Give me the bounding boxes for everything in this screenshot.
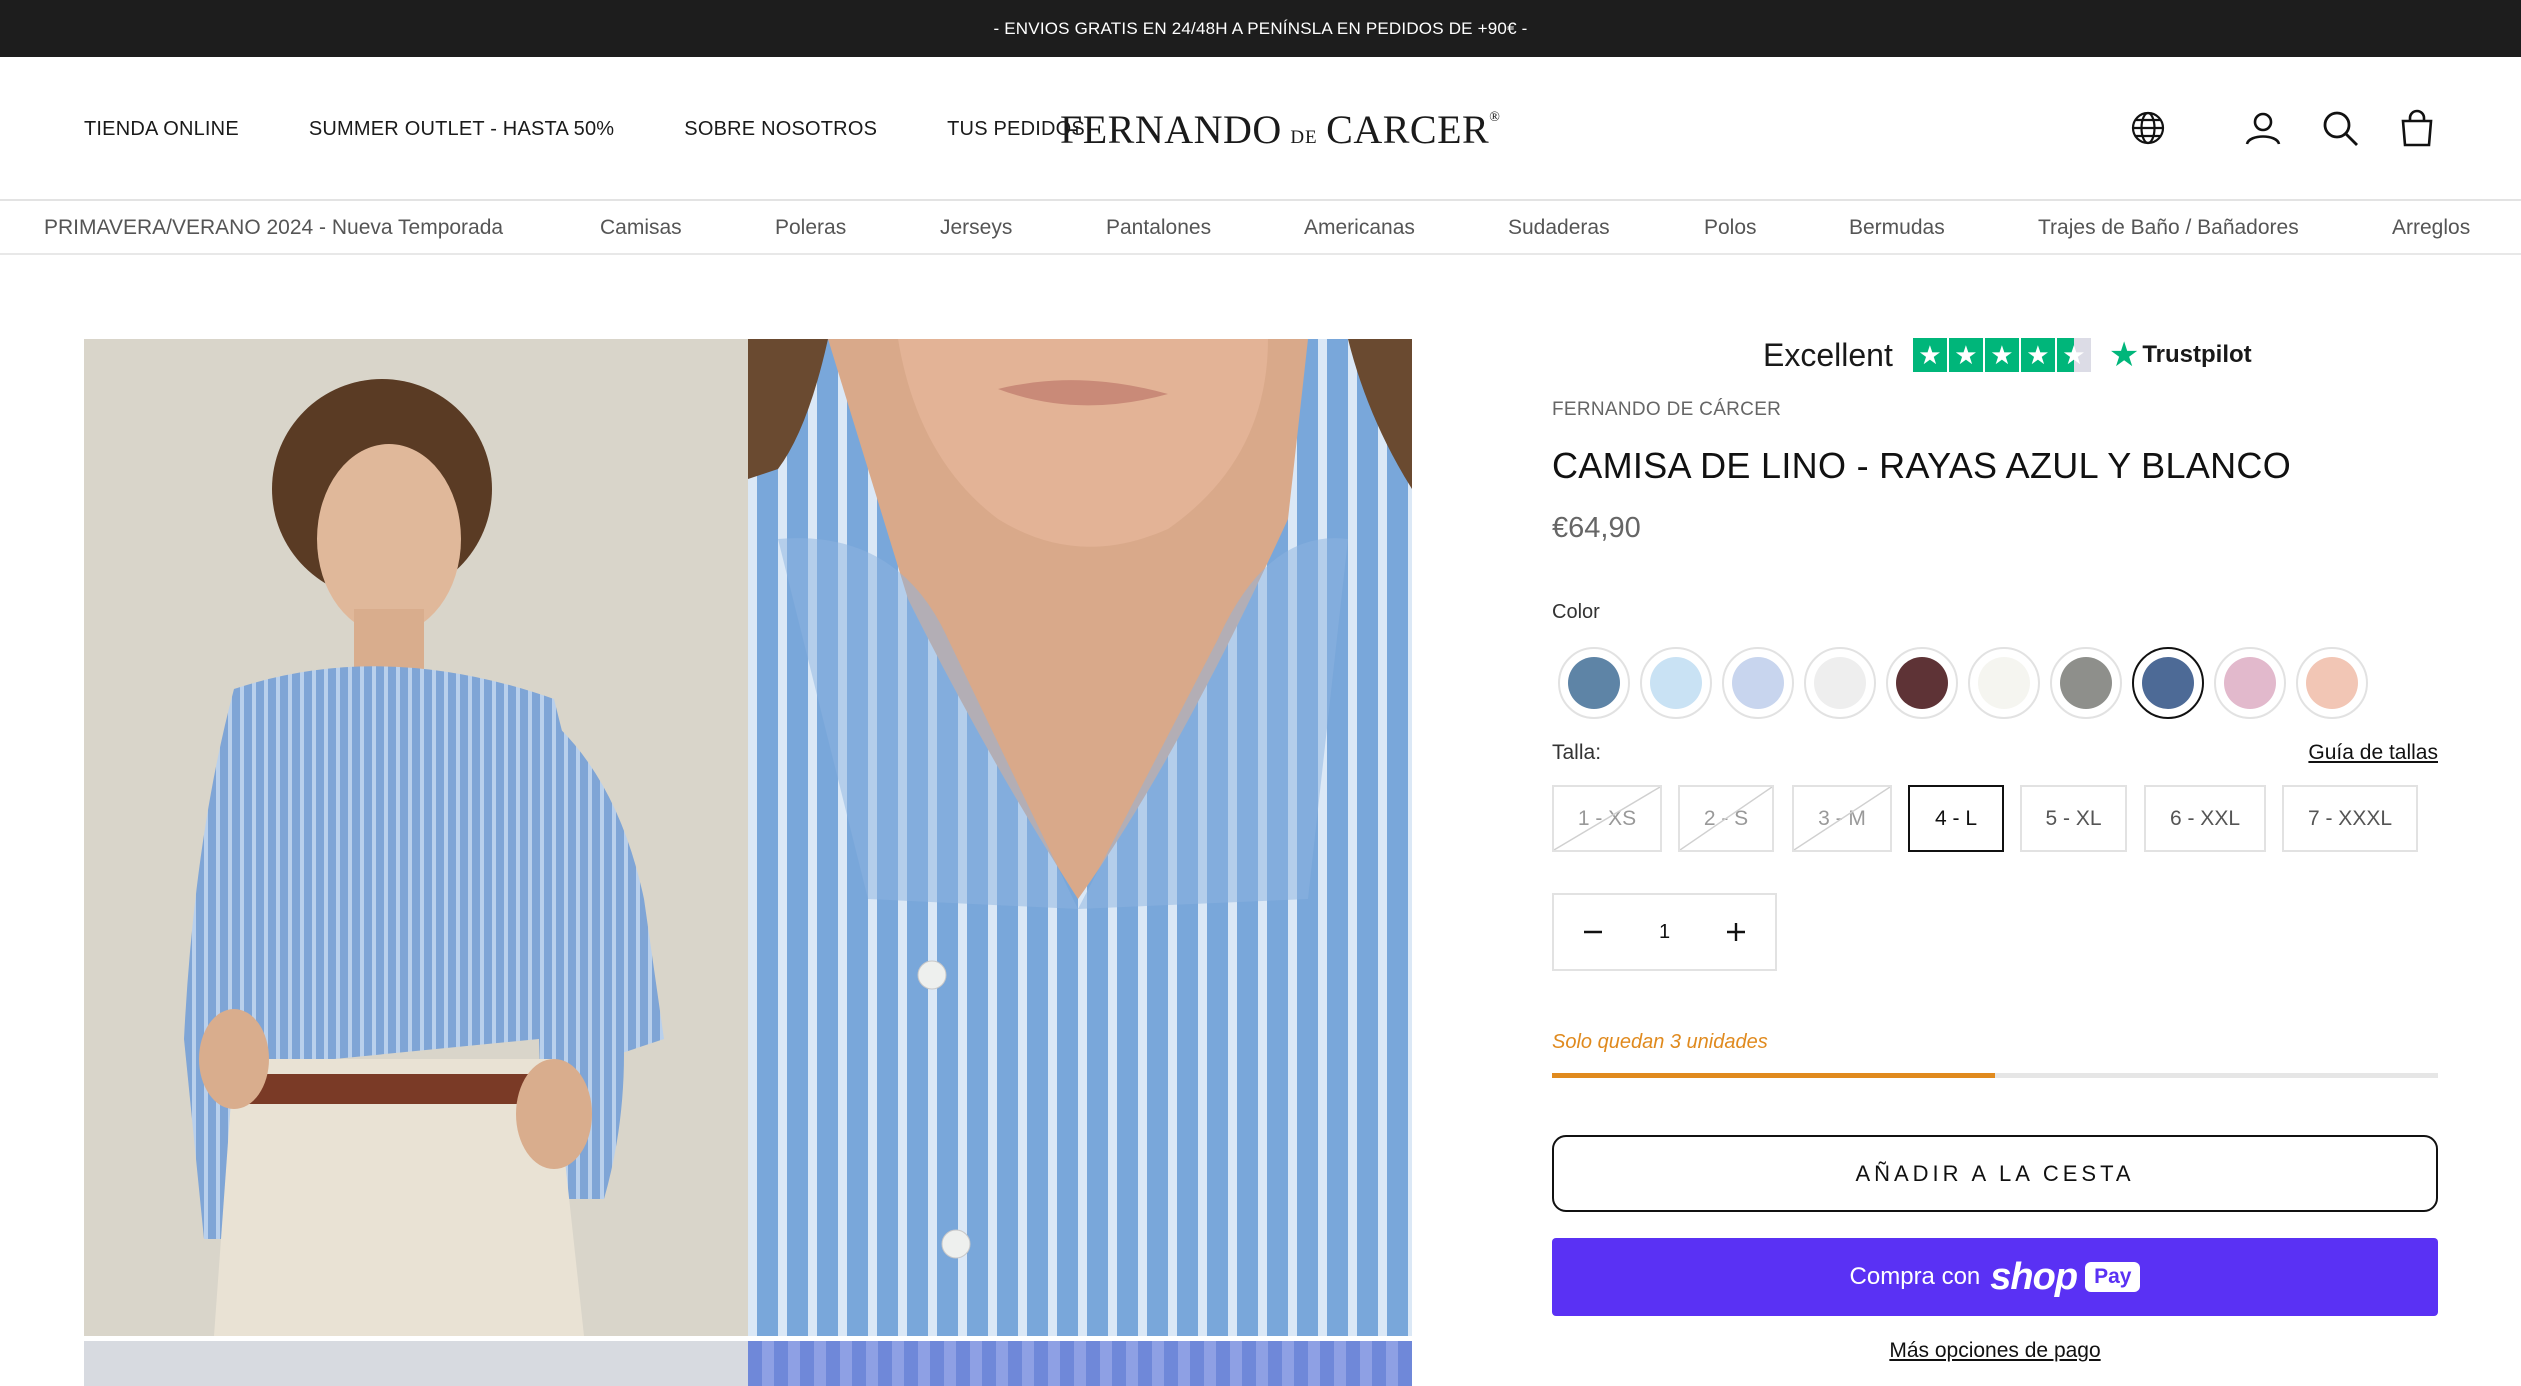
cart-bag-icon[interactable] <box>2397 108 2437 148</box>
star-icon: ★ <box>1984 338 2019 372</box>
account-icon[interactable] <box>2243 108 2283 148</box>
main-nav: TIENDA ONLINE SUMMER OUTLET - HASTA 50% … <box>84 57 1155 201</box>
category-item[interactable]: Poleras <box>775 216 846 240</box>
quantity-input[interactable]: 1 <box>1632 895 1697 969</box>
quantity-increase-button[interactable] <box>1697 895 1775 969</box>
category-item[interactable]: Arreglos <box>2392 216 2470 240</box>
star-icon: ★ <box>1948 338 1983 372</box>
size-option-s[interactable]: 2 - S <box>1678 785 1774 852</box>
brand-logo[interactable]: FERNANDO DE CARCER® <box>1060 106 1500 153</box>
size-option-xl[interactable]: 5 - XL <box>2020 785 2127 852</box>
size-option-xxxl[interactable]: 7 - XXXL <box>2282 785 2418 852</box>
trustpilot-rating-text: Excellent <box>1763 336 1893 373</box>
product-vendor[interactable]: FERNANDO DE CÁRCER <box>1552 399 1781 421</box>
color-swatch-fill <box>1896 657 1948 709</box>
color-swatch-fill <box>1568 657 1620 709</box>
star-icon: ★ <box>1912 338 1947 372</box>
category-item[interactable]: Sudaderas <box>1508 216 1610 240</box>
color-swatch[interactable] <box>2132 647 2204 719</box>
color-swatch[interactable] <box>1886 647 1958 719</box>
size-label: Talla: <box>1552 741 1602 764</box>
star-icon: ★ <box>2020 338 2055 372</box>
category-item[interactable]: Trajes de Baño / Bañadores <box>2038 216 2299 240</box>
color-swatch[interactable] <box>1558 647 1630 719</box>
nav-tienda-online[interactable]: TIENDA ONLINE <box>84 118 239 141</box>
stock-message: Solo quedan 3 unidades <box>1552 1031 1768 1053</box>
nav-summer-outlet[interactable]: SUMMER OUTLET - HASTA 50% <box>309 118 614 141</box>
category-item[interactable]: Pantalones <box>1106 216 1211 240</box>
color-swatch-fill <box>2142 657 2194 709</box>
stock-progress-fill <box>1552 1073 1995 1078</box>
product-price: €64,90 <box>1552 512 1641 544</box>
category-item[interactable]: Bermudas <box>1849 216 1945 240</box>
shop-pay-logo: shop <box>1990 1255 2078 1298</box>
trustpilot-widget[interactable]: Excellent ★ ★ ★ ★ ★ ★ Trustpilot <box>1763 335 2252 375</box>
star-half-icon: ★ <box>2056 338 2091 372</box>
site-header: TIENDA ONLINE SUMMER OUTLET - HASTA 50% … <box>0 57 2521 201</box>
color-swatch-fill <box>2224 657 2276 709</box>
color-swatch[interactable] <box>1722 647 1794 719</box>
trustpilot-star-icon: ★ <box>2108 336 2140 374</box>
category-item[interactable]: Polos <box>1704 216 1757 240</box>
product-image-thumb-4[interactable] <box>748 1341 1412 1386</box>
size-option-xxl[interactable]: 6 - XXL <box>2144 785 2266 852</box>
nav-sobre-nosotros[interactable]: SOBRE NOSOTROS <box>684 118 877 141</box>
shop-pay-button[interactable]: Compra con shop Pay <box>1552 1238 2438 1316</box>
size-guide-link[interactable]: Guía de tallas <box>2308 741 2438 765</box>
quantity-stepper: 1 <box>1552 893 1777 971</box>
plus-icon <box>1727 923 1745 941</box>
globe-icon[interactable] <box>2128 108 2168 148</box>
trustpilot-stars: ★ ★ ★ ★ ★ <box>1912 338 2093 372</box>
product-title: CAMISA DE LINO - RAYAS AZUL Y BLANCO <box>1552 445 2292 486</box>
color-swatch-fill <box>1650 657 1702 709</box>
trustpilot-logo: ★ Trustpilot <box>2108 336 2252 374</box>
color-swatch[interactable] <box>1804 647 1876 719</box>
product-image-detail[interactable] <box>748 339 1412 1336</box>
size-option-l[interactable]: 4 - L <box>1908 785 2004 852</box>
product-gallery <box>84 339 1412 1386</box>
color-swatch-fill <box>1732 657 1784 709</box>
color-swatch[interactable] <box>2050 647 2122 719</box>
add-to-cart-button[interactable]: AÑADIR A LA CESTA <box>1552 1135 2438 1212</box>
size-option-xs[interactable]: 1 - XS <box>1552 785 1662 852</box>
color-swatch[interactable] <box>1968 647 2040 719</box>
product-image-thumb-3[interactable] <box>84 1341 748 1386</box>
color-swatch[interactable] <box>2296 647 2368 719</box>
announcement-text: - ENVIOS GRATIS EN 24/48H A PENÍNSLA EN … <box>993 18 1528 38</box>
color-swatch[interactable] <box>2214 647 2286 719</box>
minus-icon <box>1584 930 1602 934</box>
color-swatch-fill <box>1814 657 1866 709</box>
announcement-bar: - ENVIOS GRATIS EN 24/48H A PENÍNSLA EN … <box>0 0 2521 57</box>
product-image-model[interactable] <box>84 339 748 1336</box>
quantity-decrease-button[interactable] <box>1554 895 1632 969</box>
category-item[interactable]: Jerseys <box>940 216 1012 240</box>
category-bar: PRIMAVERA/VERANO 2024 - Nueva Temporada … <box>0 201 2521 255</box>
color-swatch-fill <box>2306 657 2358 709</box>
search-icon[interactable] <box>2320 108 2360 148</box>
color-label: Color <box>1552 601 1600 623</box>
category-item[interactable]: PRIMAVERA/VERANO 2024 - Nueva Temporada <box>44 216 503 240</box>
category-item[interactable]: Camisas <box>600 216 682 240</box>
more-payment-options-link[interactable]: Más opciones de pago <box>1552 1339 2438 1363</box>
color-swatch-fill <box>1978 657 2030 709</box>
color-swatch-fill <box>2060 657 2112 709</box>
stock-progress-bar <box>1552 1073 2438 1078</box>
color-swatch[interactable] <box>1640 647 1712 719</box>
size-option-m[interactable]: 3 - M <box>1792 785 1892 852</box>
category-item[interactable]: Americanas <box>1304 216 1415 240</box>
